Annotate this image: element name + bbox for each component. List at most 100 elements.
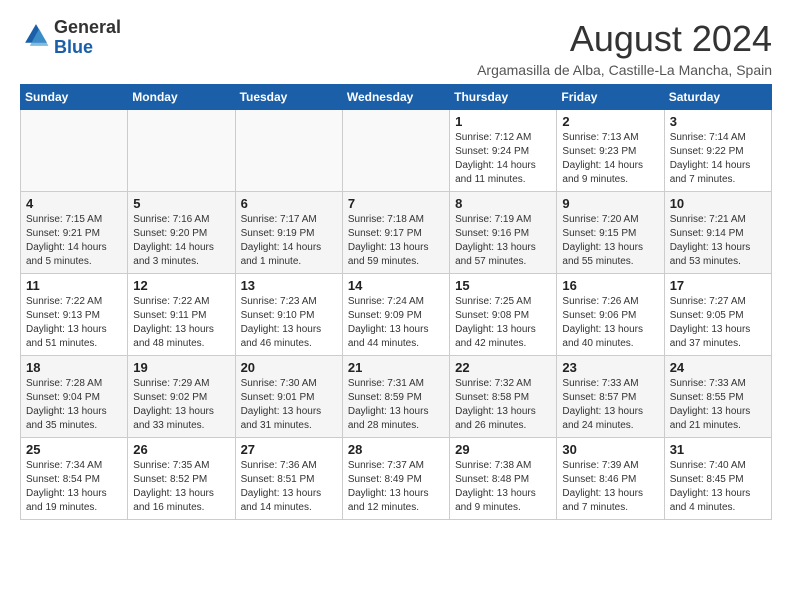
page-header: General Blue August 2024 Argamasilla de … (20, 18, 772, 78)
day-number: 26 (133, 442, 229, 457)
day-number: 31 (670, 442, 766, 457)
calendar-cell: 14Sunrise: 7:24 AMSunset: 9:09 PMDayligh… (342, 274, 449, 356)
calendar-cell: 9 Sunrise: 7:20 AMSunset: 9:15 PMDaylight… (557, 192, 664, 274)
day-number: 24 (670, 360, 766, 375)
day-number: 8 (455, 196, 551, 211)
day-number: 20 (241, 360, 337, 375)
day-number: 1 (455, 114, 551, 129)
day-number: 21 (348, 360, 444, 375)
day-number: 25 (26, 442, 122, 457)
calendar-cell: 8 Sunrise: 7:19 AMSunset: 9:16 PMDaylight… (450, 192, 557, 274)
day-info: Sunrise: 7:30 AMSunset: 9:01 PMDaylight:… (241, 377, 337, 433)
calendar-table: SundayMondayTuesdayWednesdayThursdayFrid… (20, 84, 772, 520)
day-info: Sunrise: 7:20 AMSunset: 9:15 PMDaylight:… (562, 213, 658, 269)
column-header-thursday: Thursday (450, 85, 557, 110)
day-number: 18 (26, 360, 122, 375)
calendar-cell (235, 110, 342, 192)
day-info: Sunrise: 7:34 AMSunset: 8:54 PMDaylight:… (26, 459, 122, 515)
calendar-cell: 29 Sunrise: 7:38 AMSunset: 8:48 PMDayligh… (450, 438, 557, 520)
day-info: Sunrise: 7:23 AMSunset: 9:10 PMDaylight:… (241, 295, 337, 351)
calendar-cell: 3 Sunrise: 7:14 AMSunset: 9:22 PMDaylight… (664, 110, 771, 192)
calendar-cell: 12Sunrise: 7:22 AMSunset: 9:11 PMDayligh… (128, 274, 235, 356)
calendar-cell: 2 Sunrise: 7:13 AMSunset: 9:23 PMDaylight… (557, 110, 664, 192)
day-info: Sunrise: 7:28 AMSunset: 9:04 PMDaylight:… (26, 377, 122, 433)
day-info: Sunrise: 7:35 AMSunset: 8:52 PMDaylight:… (133, 459, 229, 515)
calendar-week-4: 18 Sunrise: 7:28 AMSunset: 9:04 PMDayligh… (21, 356, 772, 438)
column-header-sunday: Sunday (21, 85, 128, 110)
day-number: 5 (133, 196, 229, 211)
day-info: Sunrise: 7:27 AMSunset: 9:05 PMDaylight:… (670, 295, 766, 351)
day-info: Sunrise: 7:40 AMSunset: 8:45 PMDaylight:… (670, 459, 766, 515)
day-info: Sunrise: 7:36 AMSunset: 8:51 PMDaylight:… (241, 459, 337, 515)
calendar-cell (21, 110, 128, 192)
day-info: Sunrise: 7:19 AMSunset: 9:16 PMDaylight:… (455, 213, 551, 269)
column-header-saturday: Saturday (664, 85, 771, 110)
calendar-cell: 25 Sunrise: 7:34 AMSunset: 8:54 PMDayligh… (21, 438, 128, 520)
calendar-week-3: 11Sunrise: 7:22 AMSunset: 9:13 PMDayligh… (21, 274, 772, 356)
logo-blue-text: Blue (54, 37, 93, 57)
day-number: 22 (455, 360, 551, 375)
day-info: Sunrise: 7:37 AMSunset: 8:49 PMDaylight:… (348, 459, 444, 515)
calendar-cell: 31 Sunrise: 7:40 AMSunset: 8:45 PMDayligh… (664, 438, 771, 520)
day-number: 28 (348, 442, 444, 457)
column-header-wednesday: Wednesday (342, 85, 449, 110)
day-number: 13 (241, 278, 337, 293)
day-number: 3 (670, 114, 766, 129)
day-number: 19 (133, 360, 229, 375)
calendar-cell: 20 Sunrise: 7:30 AMSunset: 9:01 PMDayligh… (235, 356, 342, 438)
day-number: 2 (562, 114, 658, 129)
day-number: 9 (562, 196, 658, 211)
day-info: Sunrise: 7:15 AMSunset: 9:21 PMDaylight:… (26, 213, 122, 269)
calendar-cell: 1 Sunrise: 7:12 AMSunset: 9:24 PMDaylight… (450, 110, 557, 192)
day-number: 14 (348, 278, 444, 293)
calendar-cell: 5 Sunrise: 7:16 AMSunset: 9:20 PMDaylight… (128, 192, 235, 274)
day-info: Sunrise: 7:31 AMSunset: 8:59 PMDaylight:… (348, 377, 444, 433)
calendar-cell: 19Sunrise: 7:29 AMSunset: 9:02 PMDayligh… (128, 356, 235, 438)
day-number: 23 (562, 360, 658, 375)
logo-general-text: General (54, 17, 121, 37)
calendar-header-row: SundayMondayTuesdayWednesdayThursdayFrid… (21, 85, 772, 110)
day-number: 17 (670, 278, 766, 293)
calendar-cell: 7 Sunrise: 7:18 AMSunset: 9:17 PMDaylight… (342, 192, 449, 274)
day-info: Sunrise: 7:17 AMSunset: 9:19 PMDaylight:… (241, 213, 337, 269)
calendar-cell: 26 Sunrise: 7:35 AMSunset: 8:52 PMDayligh… (128, 438, 235, 520)
calendar-cell: 10Sunrise: 7:21 AMSunset: 9:14 PMDayligh… (664, 192, 771, 274)
calendar-cell: 4 Sunrise: 7:15 AMSunset: 9:21 PMDaylight… (21, 192, 128, 274)
calendar-cell: 11Sunrise: 7:22 AMSunset: 9:13 PMDayligh… (21, 274, 128, 356)
day-number: 30 (562, 442, 658, 457)
day-number: 11 (26, 278, 122, 293)
day-info: Sunrise: 7:25 AMSunset: 9:08 PMDaylight:… (455, 295, 551, 351)
day-info: Sunrise: 7:38 AMSunset: 8:48 PMDaylight:… (455, 459, 551, 515)
day-number: 4 (26, 196, 122, 211)
logo: General Blue (20, 18, 121, 58)
location-subtitle: Argamasilla de Alba, Castille-La Mancha,… (477, 62, 772, 78)
day-number: 15 (455, 278, 551, 293)
day-info: Sunrise: 7:12 AMSunset: 9:24 PMDaylight:… (455, 131, 551, 187)
day-number: 27 (241, 442, 337, 457)
calendar-week-1: 1 Sunrise: 7:12 AMSunset: 9:24 PMDaylight… (21, 110, 772, 192)
title-section: August 2024 Argamasilla de Alba, Castill… (477, 18, 772, 78)
calendar-week-2: 4 Sunrise: 7:15 AMSunset: 9:21 PMDaylight… (21, 192, 772, 274)
logo-icon (22, 21, 50, 49)
calendar-week-5: 25 Sunrise: 7:34 AMSunset: 8:54 PMDayligh… (21, 438, 772, 520)
day-info: Sunrise: 7:16 AMSunset: 9:20 PMDaylight:… (133, 213, 229, 269)
day-number: 6 (241, 196, 337, 211)
calendar-cell: 30 Sunrise: 7:39 AMSunset: 8:46 PMDayligh… (557, 438, 664, 520)
day-info: Sunrise: 7:33 AMSunset: 8:55 PMDaylight:… (670, 377, 766, 433)
calendar-cell: 28 Sunrise: 7:37 AMSunset: 8:49 PMDayligh… (342, 438, 449, 520)
calendar-cell: 24 Sunrise: 7:33 AMSunset: 8:55 PMDayligh… (664, 356, 771, 438)
column-header-friday: Friday (557, 85, 664, 110)
day-info: Sunrise: 7:39 AMSunset: 8:46 PMDaylight:… (562, 459, 658, 515)
day-info: Sunrise: 7:14 AMSunset: 9:22 PMDaylight:… (670, 131, 766, 187)
day-number: 7 (348, 196, 444, 211)
day-info: Sunrise: 7:22 AMSunset: 9:11 PMDaylight:… (133, 295, 229, 351)
day-info: Sunrise: 7:33 AMSunset: 8:57 PMDaylight:… (562, 377, 658, 433)
calendar-cell: 23 Sunrise: 7:33 AMSunset: 8:57 PMDayligh… (557, 356, 664, 438)
day-info: Sunrise: 7:13 AMSunset: 9:23 PMDaylight:… (562, 131, 658, 187)
calendar-cell: 13 Sunrise: 7:23 AMSunset: 9:10 PMDayligh… (235, 274, 342, 356)
day-number: 29 (455, 442, 551, 457)
calendar-cell (342, 110, 449, 192)
day-number: 16 (562, 278, 658, 293)
day-info: Sunrise: 7:18 AMSunset: 9:17 PMDaylight:… (348, 213, 444, 269)
calendar-cell: 6 Sunrise: 7:17 AMSunset: 9:19 PMDaylight… (235, 192, 342, 274)
